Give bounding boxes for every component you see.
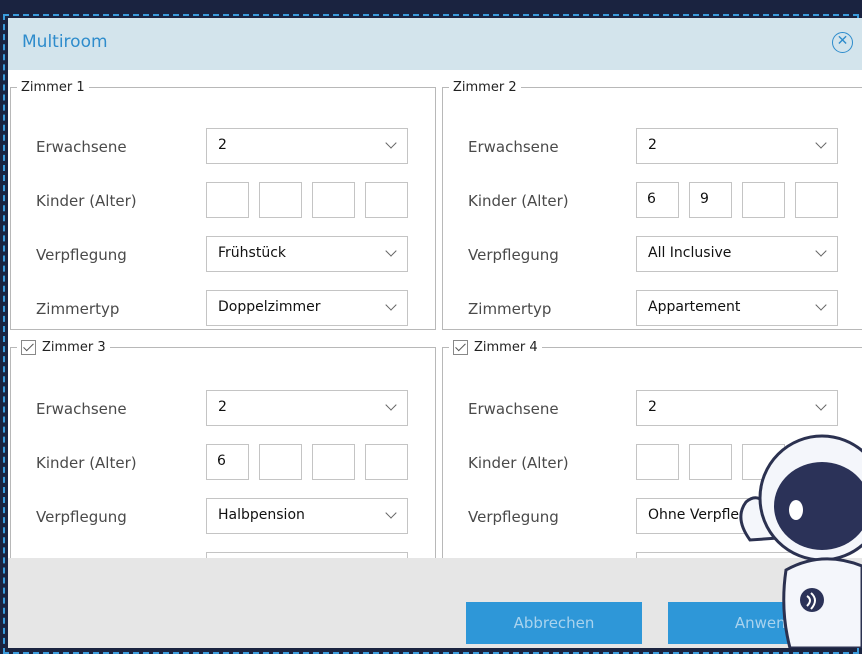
chevron-down-icon	[815, 399, 827, 411]
room-1-title: Zimmer 1	[21, 80, 85, 95]
cancel-button[interactable]: Abbrechen	[466, 602, 642, 644]
chevron-down-icon	[385, 137, 397, 149]
room-3-board-label: Verpflegung	[36, 508, 127, 526]
room-3-child-age-3[interactable]	[312, 444, 355, 480]
room-1-child-age-4[interactable]	[365, 182, 408, 218]
room-2-type-select[interactable]: Appartement	[636, 290, 838, 326]
room-1-children-label: Kinder (Alter)	[36, 192, 137, 210]
room-1-adults-label: Erwachsene	[36, 138, 127, 156]
astronaut-mascot-icon	[739, 434, 862, 648]
room-4-title: Zimmer 4	[474, 340, 538, 355]
room-4-children-label: Kinder (Alter)	[468, 454, 569, 472]
room-1-board-label: Verpflegung	[36, 246, 127, 264]
room-1-child-age-3[interactable]	[312, 182, 355, 218]
room-2-adults-value: 2	[648, 137, 657, 153]
room-3-adults-value: 2	[218, 399, 227, 415]
room-3-child-age-4[interactable]	[365, 444, 408, 480]
room-1-adults-value: 2	[218, 137, 227, 153]
room-1-board-select[interactable]: Frühstück	[206, 236, 408, 272]
room-3-board-select[interactable]: Halbpension	[206, 498, 408, 534]
room-2-type-label: Zimmertyp	[468, 300, 552, 318]
room-4-adults-value: 2	[648, 399, 657, 415]
room-1-type-label: Zimmertyp	[36, 300, 120, 318]
room-1-type-select[interactable]: Doppelzimmer	[206, 290, 408, 326]
room-2-legend: Zimmer 2	[449, 80, 521, 95]
room-3-adults-select[interactable]: 2	[206, 390, 408, 426]
room-2-type-value: Appartement	[648, 299, 741, 315]
room-2-child-age-1[interactable]: 6	[636, 182, 679, 218]
room-2-child-age-4[interactable]	[795, 182, 838, 218]
chevron-down-icon	[385, 299, 397, 311]
room-1-child-age-1[interactable]	[206, 182, 249, 218]
room-4-adults-label: Erwachsene	[468, 400, 559, 418]
room-2-child-age-3[interactable]	[742, 182, 785, 218]
chevron-down-icon	[385, 399, 397, 411]
room-2-board-value: All Inclusive	[648, 245, 732, 261]
room-1-board-value: Frühstück	[218, 245, 286, 261]
room-2-board-label: Verpflegung	[468, 246, 559, 264]
room-4-checkbox[interactable]	[453, 340, 468, 355]
room-1-type-value: Doppelzimmer	[218, 299, 321, 315]
room-3-child-age-1[interactable]: 6	[206, 444, 249, 480]
close-icon[interactable]: ✕	[832, 32, 853, 53]
room-2-title: Zimmer 2	[453, 80, 517, 95]
room-1-child-age-2[interactable]	[259, 182, 302, 218]
room-4-legend: Zimmer 4	[449, 340, 542, 355]
chevron-down-icon	[385, 507, 397, 519]
room-2-children-label: Kinder (Alter)	[468, 192, 569, 210]
room-3-children-label: Kinder (Alter)	[36, 454, 137, 472]
room-2-adults-label: Erwachsene	[468, 138, 559, 156]
dialog-titlebar: Multiroom ✕	[8, 18, 862, 70]
room-3-board-value: Halbpension	[218, 507, 305, 523]
room-2-child-age-2[interactable]: 9	[689, 182, 732, 218]
room-3-checkbox[interactable]	[21, 340, 36, 355]
chevron-down-icon	[385, 245, 397, 257]
chevron-down-icon	[815, 245, 827, 257]
dialog-title: Multiroom	[22, 32, 108, 52]
room-4-child-age-2[interactable]	[689, 444, 732, 480]
room-4-board-label: Verpflegung	[468, 508, 559, 526]
room-3-child-age-2[interactable]	[259, 444, 302, 480]
room-2-adults-select[interactable]: 2	[636, 128, 838, 164]
room-1-legend: Zimmer 1	[17, 80, 89, 95]
room-3-legend: Zimmer 3	[17, 340, 110, 355]
room-3-adults-label: Erwachsene	[36, 400, 127, 418]
room-4-child-age-1[interactable]	[636, 444, 679, 480]
room-1-adults-select[interactable]: 2	[206, 128, 408, 164]
chevron-down-icon	[815, 299, 827, 311]
chevron-down-icon	[815, 137, 827, 149]
room-3-title: Zimmer 3	[42, 340, 106, 355]
room-4-board-value: Ohne Verpfle	[648, 507, 740, 523]
room-2-board-select[interactable]: All Inclusive	[636, 236, 838, 272]
